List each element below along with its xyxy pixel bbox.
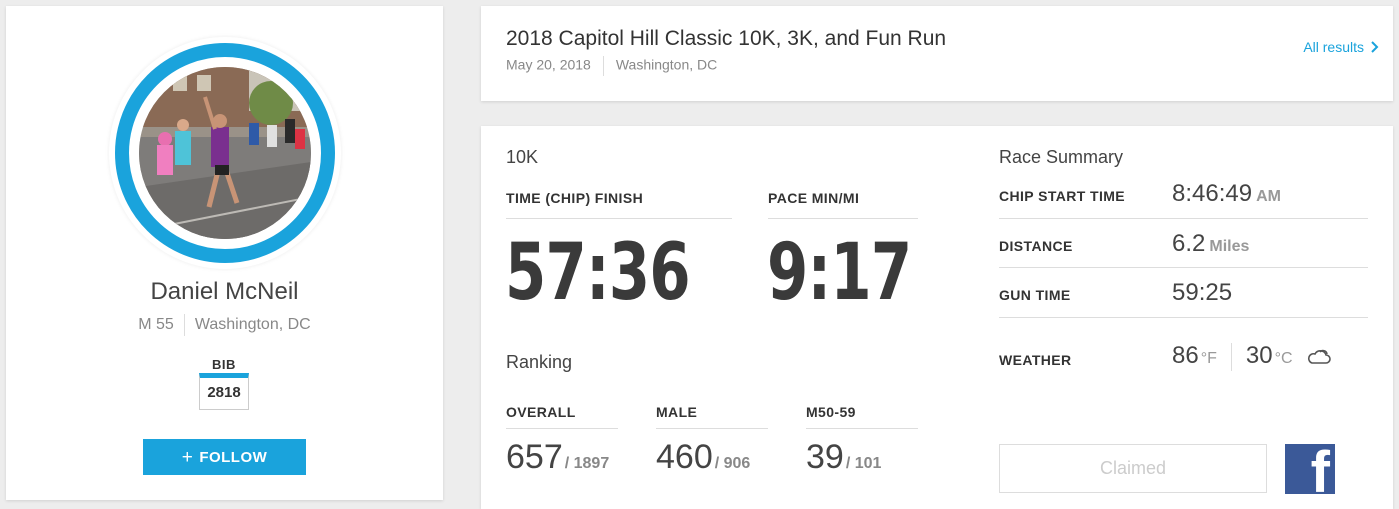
finish-time-value: 57:36 bbox=[505, 228, 691, 318]
distance-unit: Miles bbox=[1209, 238, 1250, 255]
divider bbox=[1230, 342, 1232, 371]
divider bbox=[768, 218, 918, 219]
runner-meta: M 55 Washington, DC bbox=[6, 314, 443, 336]
divider bbox=[506, 218, 732, 219]
divider bbox=[656, 428, 768, 429]
temp-fahrenheit-unit: °F bbox=[1200, 350, 1217, 367]
follow-label: FOLLOW bbox=[199, 449, 268, 466]
follow-button[interactable]: + FOLLOW bbox=[143, 439, 306, 475]
event-date: May 20, 2018 bbox=[506, 56, 591, 73]
divider bbox=[999, 317, 1368, 318]
rank-gender-value: 460/ 906 bbox=[656, 438, 750, 477]
rank-division-value: 39/ 101 bbox=[806, 438, 881, 477]
pace-label: PACE MIN/MI bbox=[768, 190, 860, 206]
rank-division-total: / 101 bbox=[845, 455, 882, 472]
chevron-right-icon bbox=[1371, 41, 1379, 53]
runner-profile-card: Daniel McNeil M 55 Washington, DC BIB 281… bbox=[6, 6, 443, 500]
rank-gender-label: MALE bbox=[656, 404, 698, 420]
facebook-icon: f bbox=[1310, 444, 1330, 494]
temp-celsius-unit: °C bbox=[1274, 350, 1293, 367]
rank-overall-total: / 1897 bbox=[564, 455, 610, 472]
runner-photo bbox=[139, 67, 311, 239]
race-name: 10K bbox=[506, 147, 539, 167]
event-location: Washington, DC bbox=[615, 56, 718, 73]
divider bbox=[506, 428, 618, 429]
chip-start-time: 8:46:49 bbox=[1172, 180, 1253, 207]
plus-icon: + bbox=[181, 447, 194, 468]
rank-overall-label: OVERALL bbox=[506, 404, 576, 420]
weather-label: WEATHER bbox=[999, 352, 1072, 368]
rank-overall-place: 657 bbox=[506, 438, 563, 476]
rank-division-label: M50-59 bbox=[806, 404, 856, 420]
temp-fahrenheit: 86 bbox=[1172, 342, 1199, 369]
rank-overall-value: 657/ 1897 bbox=[506, 438, 609, 477]
chip-start-value: 8:46:49 AM bbox=[1172, 180, 1281, 208]
rank-gender-total: / 906 bbox=[714, 455, 751, 472]
bib-number: 2818 bbox=[199, 373, 249, 410]
event-meta: May 20, 2018 Washington, DC bbox=[506, 56, 717, 76]
runner-location: Washington, DC bbox=[194, 316, 311, 334]
avatar-ring bbox=[115, 43, 335, 263]
distance-label: DISTANCE bbox=[999, 238, 1073, 254]
divider bbox=[806, 428, 918, 429]
rank-division-place: 39 bbox=[806, 438, 844, 476]
distance-number: 6.2 bbox=[1172, 230, 1206, 257]
divider bbox=[183, 314, 185, 336]
rank-gender-place: 460 bbox=[656, 438, 713, 476]
distance-value: 6.2 Miles bbox=[1172, 230, 1249, 258]
results-card: 10K TIME (CHIP) FINISH 57:36 PACE MIN/MI… bbox=[481, 126, 1393, 509]
avatar bbox=[109, 37, 341, 269]
pace-value: 9:17 bbox=[767, 228, 912, 318]
all-results-label: All results bbox=[1303, 39, 1364, 55]
event-header-card: 2018 Capitol Hill Classic 10K, 3K, and F… bbox=[481, 6, 1393, 101]
divider bbox=[602, 56, 604, 76]
ranking-title: Ranking bbox=[506, 352, 573, 372]
partly-cloudy-icon bbox=[1307, 349, 1331, 364]
claimed-button[interactable]: Claimed bbox=[999, 444, 1267, 493]
divider bbox=[999, 267, 1368, 268]
weather-value: 86 °F 30 °C bbox=[1172, 342, 1331, 372]
facebook-share-button[interactable]: f bbox=[1285, 444, 1335, 494]
temp-celsius: 30 bbox=[1245, 342, 1273, 369]
gun-time-value: 59:25 bbox=[1172, 279, 1233, 306]
divider bbox=[999, 218, 1368, 219]
chip-start-ampm: AM bbox=[1256, 188, 1281, 205]
finish-time-label: TIME (CHIP) FINISH bbox=[506, 190, 644, 206]
bib-label: BIB bbox=[212, 357, 236, 372]
event-title: 2018 Capitol Hill Classic 10K, 3K, and F… bbox=[506, 27, 947, 50]
all-results-link[interactable]: All results bbox=[1303, 39, 1379, 55]
runner-gender-age: M 55 bbox=[138, 316, 174, 334]
gun-time-label: GUN TIME bbox=[999, 287, 1071, 303]
chip-start-label: CHIP START TIME bbox=[999, 188, 1126, 204]
runner-name: Daniel McNeil bbox=[150, 278, 299, 305]
race-summary-title: Race Summary bbox=[999, 147, 1124, 167]
